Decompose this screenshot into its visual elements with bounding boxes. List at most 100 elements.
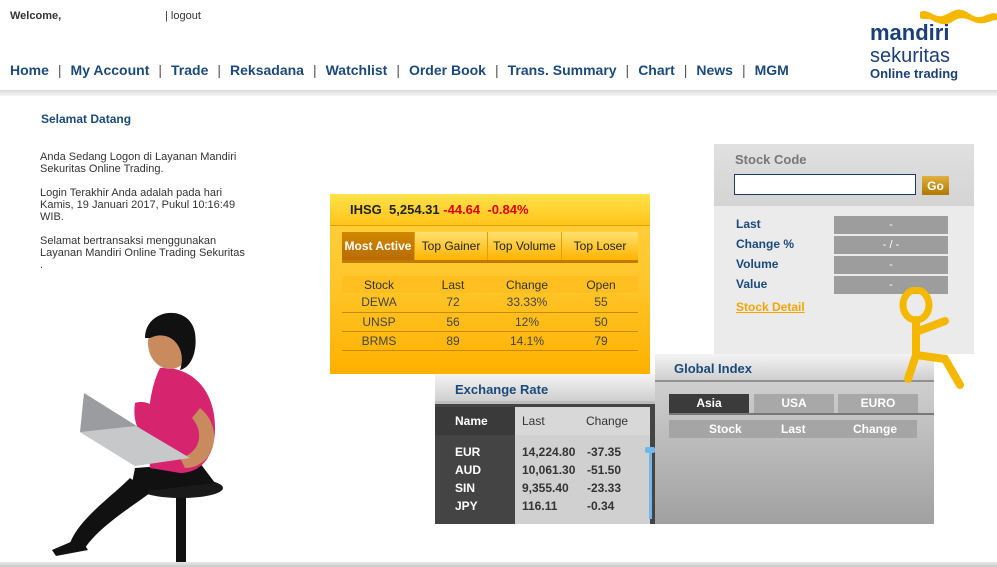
nav-mgm[interactable]: MGM bbox=[755, 62, 789, 78]
table-row[interactable]: DEWA 72 33.33% 55 bbox=[342, 293, 638, 313]
nav-separator: | bbox=[57, 62, 62, 78]
stock-detail-link[interactable]: Stock Detail bbox=[736, 300, 805, 314]
tab-top-volume[interactable]: Top Volume bbox=[488, 232, 562, 260]
fx-last-jpy: 116.11 bbox=[522, 499, 558, 513]
fx-name-jpy: JPY bbox=[455, 499, 478, 513]
table-header-row: Stock Last Change Open bbox=[342, 276, 638, 293]
change-pct-label: Change % bbox=[736, 237, 795, 251]
col-last: Last bbox=[416, 276, 490, 293]
global-index-title: Global Index bbox=[674, 361, 753, 376]
stick-figure-mascot bbox=[899, 287, 964, 389]
ihsg-panel: IHSG 5,254.31 -44.64 -0.84% Most Active … bbox=[330, 194, 650, 374]
gi-col-stock: Stock bbox=[709, 422, 742, 436]
table-row[interactable]: UNSP 56 12% 50 bbox=[342, 312, 638, 332]
woman-with-laptop-image bbox=[52, 312, 223, 563]
gi-col-change: Change bbox=[853, 422, 898, 436]
fx-change-jpy: -0.34 bbox=[587, 499, 615, 513]
nav-news[interactable]: News bbox=[696, 62, 733, 78]
fx-scrollbar-thumb[interactable] bbox=[645, 447, 655, 453]
stock-code-label: Stock Code bbox=[735, 152, 807, 167]
mandiri-sekuritas-logo: mandiri sekuritas Online trading bbox=[870, 9, 997, 81]
cell-last: 89 bbox=[416, 331, 490, 351]
ihsg-tab-underline bbox=[342, 260, 638, 263]
fx-col-last: Last bbox=[522, 414, 545, 428]
nav-trade[interactable]: Trade bbox=[171, 62, 208, 78]
ihsg-value: 5,254.31 bbox=[389, 202, 440, 217]
table-row[interactable]: BRMS 89 14.1% 79 bbox=[342, 331, 638, 351]
fx-scrollbar[interactable] bbox=[649, 447, 652, 519]
fx-name-aud: AUD bbox=[455, 463, 481, 477]
nav-separator: | bbox=[741, 62, 746, 78]
cell-stock: BRMS bbox=[342, 331, 416, 351]
logon-message: Anda Sedang Logon di Layanan Mandiri Sek… bbox=[40, 151, 237, 175]
tab-most-active[interactable]: Most Active bbox=[342, 232, 415, 260]
fx-col-change: Change bbox=[586, 414, 629, 428]
exchange-rate-title: Exchange Rate bbox=[455, 382, 549, 397]
fx-last-aud: 10,061.30 bbox=[522, 463, 576, 477]
tab-top-loser[interactable]: Top Loser bbox=[562, 232, 638, 260]
col-stock: Stock bbox=[342, 276, 416, 293]
cell-open: 55 bbox=[564, 293, 638, 313]
nav-home[interactable]: Home bbox=[10, 62, 49, 78]
ihsg-summary: IHSG 5,254.31 -44.64 -0.84% bbox=[350, 202, 529, 217]
cell-change: 12% bbox=[490, 312, 564, 332]
fx-name-eur: EUR bbox=[455, 445, 481, 459]
fx-col-name: Name bbox=[435, 407, 515, 435]
tab-usa[interactable]: USA bbox=[754, 394, 834, 413]
tab-top-gainer[interactable]: Top Gainer bbox=[415, 232, 488, 260]
tab-asia[interactable]: Asia bbox=[669, 394, 749, 413]
fx-change-sin: -23.33 bbox=[587, 481, 622, 495]
global-index-tab-underline bbox=[669, 413, 934, 415]
page-title: Selamat Datang bbox=[41, 112, 132, 126]
col-open: Open bbox=[564, 276, 638, 293]
most-active-table: Stock Last Change Open DEWA 72 33.33% 55… bbox=[342, 276, 638, 351]
main-nav: Home | My Account | Trade | Reksadana | Watchlis… bbox=[10, 62, 789, 78]
nav-order-book[interactable]: Order Book bbox=[409, 62, 486, 78]
value-label: Value bbox=[736, 277, 768, 291]
fx-change-aud: -51.50 bbox=[587, 463, 622, 477]
cell-change: 14.1% bbox=[490, 331, 564, 351]
nav-reksadana[interactable]: Reksadana bbox=[230, 62, 304, 78]
nav-separator: | bbox=[683, 62, 688, 78]
nav-watchlist[interactable]: Watchlist bbox=[326, 62, 388, 78]
footer-divider bbox=[0, 562, 997, 567]
gi-col-last: Last bbox=[781, 422, 806, 436]
ihsg-tabs: Most Active Top Gainer Top Volume Top Lo… bbox=[342, 232, 638, 260]
greeting-dot: . bbox=[40, 259, 44, 271]
ihsg-change-pct: -0.84% bbox=[487, 202, 529, 217]
ihsg-change: -44.64 bbox=[443, 202, 481, 217]
nav-separator: | bbox=[158, 62, 163, 78]
nav-separator: | bbox=[625, 62, 630, 78]
tab-euro[interactable]: EURO bbox=[838, 394, 918, 413]
cell-stock: DEWA bbox=[342, 293, 416, 313]
page: { "header": { "welcome": "Welcome,", "lo… bbox=[0, 0, 997, 567]
logo-line3: Online trading bbox=[870, 66, 958, 81]
logo-line2: sekuritas bbox=[870, 45, 950, 67]
cell-open: 50 bbox=[564, 312, 638, 332]
global-index-column-header: Stock Last Change bbox=[669, 420, 917, 438]
fx-last-eur: 14,224.80 bbox=[522, 445, 576, 459]
go-button[interactable]: Go bbox=[922, 176, 949, 195]
nav-separator: | bbox=[312, 62, 317, 78]
stock-code-input[interactable] bbox=[734, 174, 916, 195]
nav-my-account[interactable]: My Account bbox=[71, 62, 150, 78]
cell-open: 79 bbox=[564, 331, 638, 351]
ihsg-label: IHSG bbox=[350, 202, 382, 217]
nav-chart[interactable]: Chart bbox=[638, 62, 675, 78]
fx-change-eur: -37.35 bbox=[587, 445, 622, 459]
nav-trans-summary[interactable]: Trans. Summary bbox=[508, 62, 617, 78]
cell-last: 56 bbox=[416, 312, 490, 332]
col-change: Change bbox=[490, 276, 564, 293]
nav-separator: | bbox=[217, 62, 222, 78]
header-divider bbox=[0, 90, 997, 96]
nav-separator: | bbox=[494, 62, 499, 78]
ihsg-bar: IHSG 5,254.31 -44.64 -0.84% bbox=[330, 194, 650, 226]
last-label: Last bbox=[736, 217, 761, 231]
nav-separator: | bbox=[396, 62, 400, 78]
logo-line1: mandiri bbox=[870, 20, 949, 45]
logout-link-wrap[interactable]: | logout bbox=[165, 10, 201, 22]
cell-stock: UNSP bbox=[342, 312, 416, 332]
cell-last: 72 bbox=[416, 293, 490, 313]
greeting-message: Selamat bertransaksi menggunakan Layanan… bbox=[40, 235, 245, 259]
logout-link[interactable]: | logout bbox=[165, 10, 201, 22]
